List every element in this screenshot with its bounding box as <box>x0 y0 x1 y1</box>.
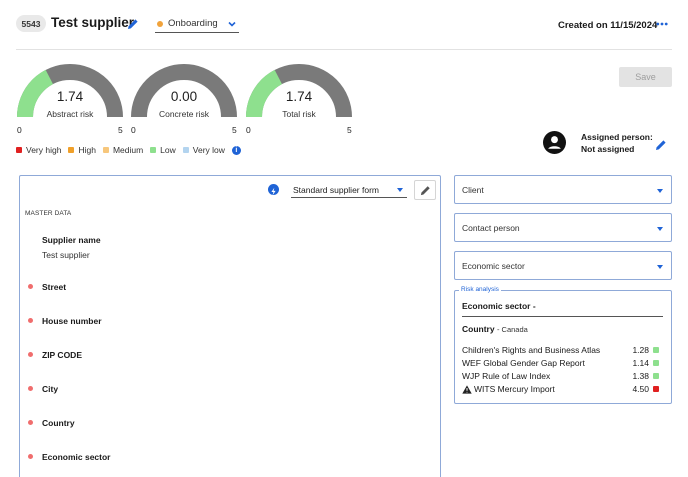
risk-country-label: Country <box>462 324 495 334</box>
supplier-title: Test supplier <box>51 15 135 30</box>
legend-swatch <box>16 147 22 153</box>
form-type-dropdown[interactable]: Standard supplier form <box>291 182 407 198</box>
field-label[interactable]: City <box>42 384 58 394</box>
status-label: Onboarding <box>168 18 218 29</box>
status-dot <box>157 21 163 27</box>
legend-swatch <box>102 147 109 153</box>
supplier-name-value[interactable]: Test supplier <box>42 250 90 260</box>
pencil-icon <box>420 185 430 195</box>
gauge-label: Total risk <box>282 109 316 119</box>
master-data-title: MASTER DATA <box>25 210 72 217</box>
risk-country: Country - Canada <box>462 324 528 334</box>
legend-swatch <box>182 147 189 153</box>
risk-index-name: WJP Rule of Law Index <box>462 371 551 381</box>
risk-analysis-title: Risk analysis <box>459 286 501 293</box>
legend-label: High <box>78 145 96 155</box>
edit-assignee-pencil-icon[interactable] <box>655 139 667 151</box>
edit-title-pencil-icon[interactable] <box>127 18 139 30</box>
legend-label: Very high <box>26 145 62 155</box>
risk-index-swatch <box>653 386 659 392</box>
info-icon[interactable]: i <box>231 145 241 155</box>
field-label[interactable]: Economic sector <box>42 452 111 462</box>
required-dot <box>28 352 33 357</box>
risk-index-name: WITS Mercury Import <box>462 384 555 394</box>
dropdown-contact-person[interactable]: Contact person <box>454 213 672 242</box>
more-options-icon[interactable] <box>656 22 668 26</box>
risk-index-name: WEF Global Gender Gap Report <box>462 358 585 368</box>
legend-item: High <box>68 145 96 155</box>
supplier-id-badge: 5543 <box>16 15 46 32</box>
required-dot <box>28 420 33 425</box>
dropdown-label: Contact person <box>462 223 520 233</box>
required-dot <box>28 318 33 323</box>
supplier-name-label: Supplier name <box>42 235 101 245</box>
gauge-label: Abstract risk <box>46 109 94 119</box>
legend-item: Medium <box>102 145 144 155</box>
gauge-value: 0.00 <box>170 89 198 104</box>
caret-down-icon <box>657 265 663 269</box>
legend-swatch <box>68 147 75 153</box>
risk-divider <box>462 316 663 317</box>
chevron-down-icon <box>228 21 236 27</box>
dropdown-label: Client <box>462 185 484 195</box>
gauge-max: 5 <box>347 125 352 135</box>
gauge-value: 1.74 <box>285 89 313 104</box>
gauge-value: 1.74 <box>56 89 84 104</box>
dropdown-economic-sector[interactable]: Economic sector <box>454 251 672 280</box>
legend-label: Very low <box>192 145 225 155</box>
edit-form-button[interactable] <box>414 180 436 200</box>
risk-index-swatch <box>653 360 659 366</box>
dropdown-label: Economic sector <box>462 261 525 271</box>
warning-icon <box>462 384 472 394</box>
header-divider <box>16 49 672 50</box>
gauge-min: 0 <box>246 125 251 135</box>
required-dot <box>28 454 33 459</box>
assigned-label: Assigned person: <box>581 132 653 142</box>
gauge-label: Concrete risk <box>158 109 210 119</box>
master-data-panel <box>19 175 441 477</box>
required-dot <box>28 284 33 289</box>
assigned-value: Not assigned <box>581 143 635 154</box>
legend-item: Low <box>150 145 176 155</box>
required-dot <box>28 386 33 391</box>
caret-down-icon <box>397 188 403 192</box>
gauge-max: 5 <box>118 125 123 135</box>
risk-sector-line: Economic sector - <box>462 301 536 311</box>
risk-index-value: 1.38 <box>632 371 649 381</box>
field-label[interactable]: Country <box>42 418 75 428</box>
assigned-person: Assigned person: Not assigned <box>581 132 653 155</box>
status-dropdown[interactable]: Onboarding <box>155 16 239 33</box>
created-date: Created on 11/15/2024 <box>558 20 658 31</box>
field-label[interactable]: House number <box>42 316 102 326</box>
gauge-max: 5 <box>232 125 237 135</box>
gauge-min: 0 <box>17 125 22 135</box>
legend-item: Very high <box>16 145 61 155</box>
lightning-icon[interactable] <box>268 184 279 196</box>
risk-index-value: 4.50 <box>632 384 649 394</box>
legend-label: Medium <box>112 145 144 155</box>
risk-index-name: Children's Rights and Business Atlas <box>462 345 601 355</box>
legend-item: Very low <box>182 145 225 155</box>
risk-index-swatch <box>653 373 659 379</box>
dropdown-client[interactable]: Client <box>454 175 672 204</box>
save-button[interactable]: Save <box>619 67 672 87</box>
avatar-icon <box>543 131 566 154</box>
caret-down-icon <box>657 227 663 231</box>
legend-label: Low <box>160 145 176 155</box>
field-label[interactable]: ZIP CODE <box>42 350 82 360</box>
field-label[interactable]: Street <box>42 282 66 292</box>
caret-down-icon <box>657 189 663 193</box>
form-type-value: Standard supplier form <box>293 185 379 195</box>
risk-index-value: 1.14 <box>632 358 649 368</box>
risk-country-value: - Canada <box>496 325 528 334</box>
risk-legend: Very high High Medium Low Very low i <box>16 145 241 155</box>
legend-swatch <box>150 147 157 153</box>
risk-index-swatch <box>653 347 659 353</box>
gauge-min: 0 <box>131 125 136 135</box>
risk-index-value: 1.28 <box>632 345 649 355</box>
